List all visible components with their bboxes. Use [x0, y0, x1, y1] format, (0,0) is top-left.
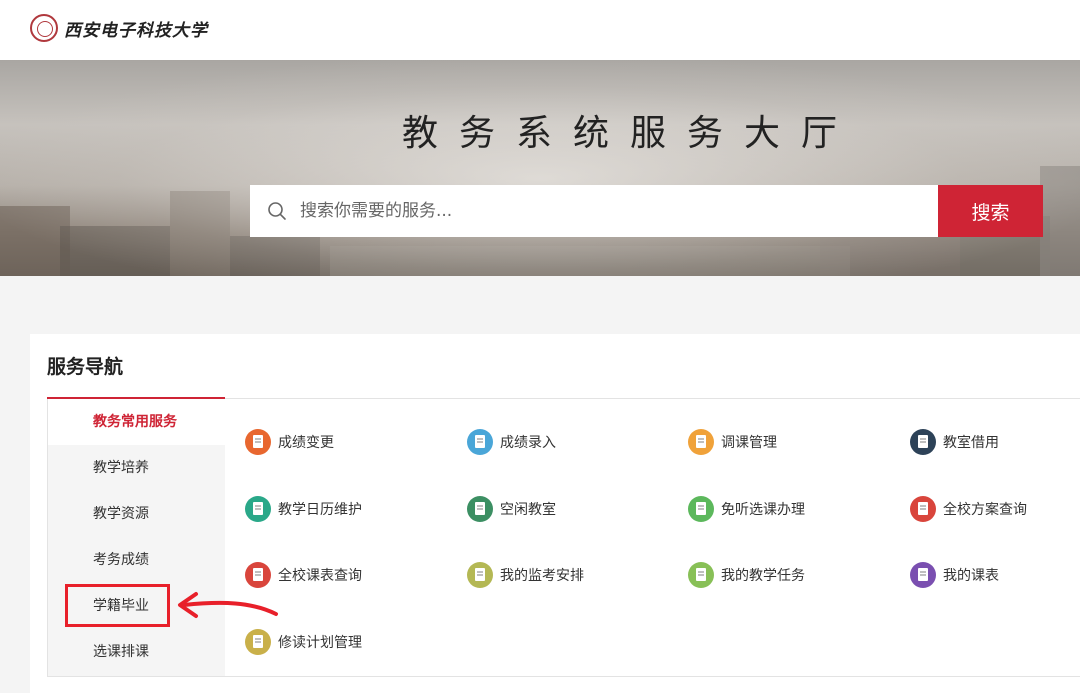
service-label: 成绩录入: [500, 435, 556, 451]
highlight-box: [65, 584, 170, 627]
service-grid: 成绩变更 成绩录入 调课管理 教室借用 教学日历维护 空闲教室 免听选课办理 全…: [225, 399, 1080, 677]
search-button[interactable]: 搜索: [938, 185, 1043, 237]
service-label: 全校方案查询: [943, 502, 1027, 518]
service-label: 成绩变更: [278, 435, 334, 451]
my-teaching-task-icon: [688, 562, 714, 588]
service-my-invigilation[interactable]: 我的监考安排: [467, 560, 584, 590]
sidebar-item-exams-grades[interactable]: 考务成绩: [48, 537, 226, 583]
search-box: [250, 185, 938, 237]
teaching-calendar-icon: [245, 496, 271, 522]
service-study-plan[interactable]: 修读计划管理: [245, 627, 362, 657]
section-title: 服务导航: [47, 356, 124, 378]
service-class-schedule-adjust[interactable]: 调课管理: [688, 427, 777, 457]
grade-entry-icon: [467, 429, 493, 455]
service-label: 教室借用: [943, 435, 999, 451]
university-name: 西安电子科技大学: [64, 20, 208, 41]
sidebar-item-common-services[interactable]: 教务常用服务: [48, 399, 226, 445]
service-label: 全校课表查询: [278, 568, 362, 584]
service-label: 调课管理: [721, 435, 777, 451]
service-my-teaching-task[interactable]: 我的教学任务: [688, 560, 805, 590]
service-exempt-course[interactable]: 免听选课办理: [688, 494, 805, 524]
school-timetable-query-icon: [245, 562, 271, 588]
service-free-classroom[interactable]: 空闲教室: [467, 494, 556, 524]
service-my-timetable[interactable]: 我的课表: [910, 560, 999, 590]
university-seal-icon: [30, 14, 58, 42]
sidebar-item-course-selection-scheduling[interactable]: 选课排课: [48, 629, 226, 675]
class-schedule-adjust-icon: [688, 429, 714, 455]
grade-change-icon: [245, 429, 271, 455]
service-school-plan-query[interactable]: 全校方案查询: [910, 494, 1027, 524]
my-timetable-icon: [910, 562, 936, 588]
hero-banner: 教务系统服务大厅 搜索: [0, 60, 1080, 276]
university-logo[interactable]: 西安电子科技大学: [30, 14, 208, 42]
service-grade-change[interactable]: 成绩变更: [245, 427, 334, 457]
exempt-course-icon: [688, 496, 714, 522]
study-plan-icon: [245, 629, 271, 655]
annotation-arrow-icon: [178, 592, 278, 618]
my-invigilation-icon: [467, 562, 493, 588]
service-teaching-calendar[interactable]: 教学日历维护: [245, 494, 362, 524]
school-plan-query-icon: [910, 496, 936, 522]
service-classroom-borrow[interactable]: 教室借用: [910, 427, 999, 457]
service-grade-entry[interactable]: 成绩录入: [467, 427, 556, 457]
service-label: 我的教学任务: [721, 568, 805, 584]
search-input[interactable]: [300, 185, 920, 237]
free-classroom-icon: [467, 496, 493, 522]
service-label: 教学日历维护: [278, 502, 362, 518]
service-label: 我的课表: [943, 568, 999, 584]
page-title: 教务系统服务大厅: [401, 113, 858, 154]
service-label: 空闲教室: [500, 502, 556, 518]
sidebar-item-teaching-training[interactable]: 教学培养: [48, 445, 226, 491]
classroom-borrow-icon: [910, 429, 936, 455]
service-label: 修读计划管理: [278, 635, 362, 651]
service-school-timetable-query[interactable]: 全校课表查询: [245, 560, 362, 590]
search-icon: [268, 202, 286, 220]
top-bar: 西安电子科技大学: [0, 0, 1080, 60]
service-navigation-panel: 服务导航 教务常用服务 教学培养 教学资源 考务成绩 学籍毕业 选课排课 成绩变…: [30, 334, 1080, 693]
sidebar-item-teaching-resources[interactable]: 教学资源: [48, 491, 226, 537]
service-label: 我的监考安排: [500, 568, 584, 584]
category-sidebar: 教务常用服务 教学培养 教学资源 考务成绩 学籍毕业 选课排课: [47, 399, 226, 677]
service-label: 免听选课办理: [721, 502, 805, 518]
